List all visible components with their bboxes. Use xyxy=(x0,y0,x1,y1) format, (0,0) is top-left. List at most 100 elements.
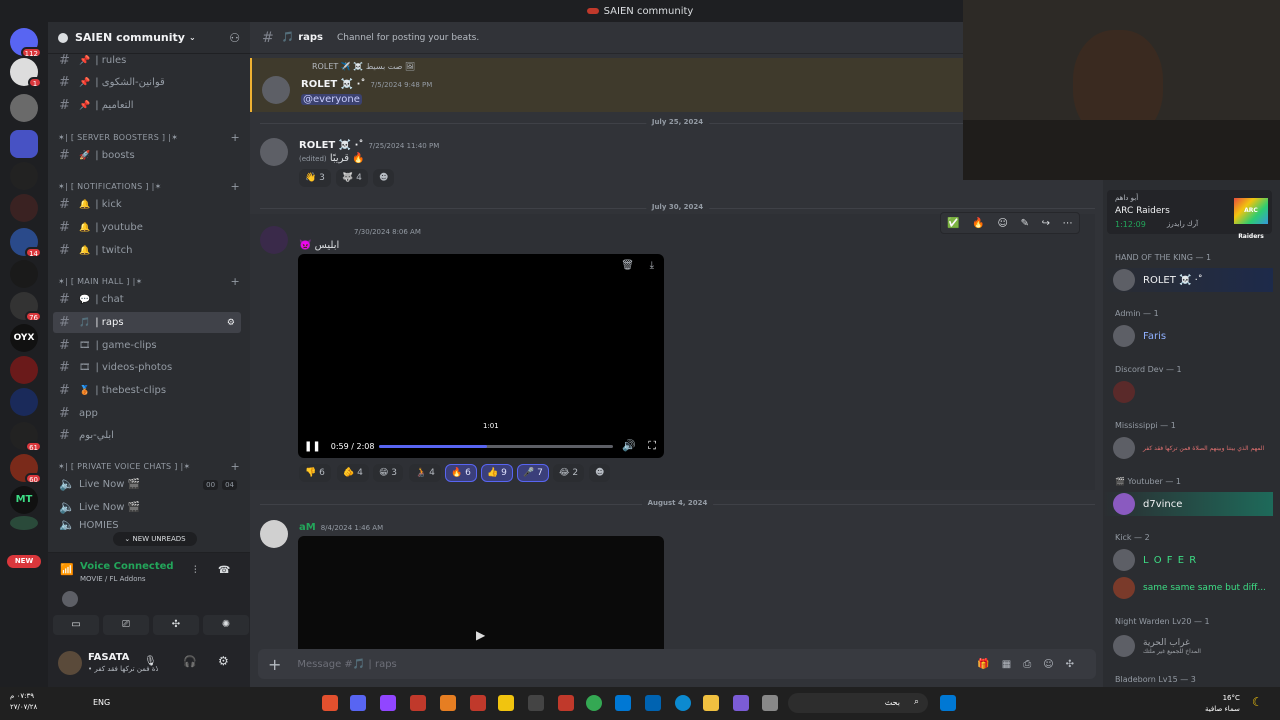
play-icon[interactable]: ▶ xyxy=(476,628,485,642)
microphone-icon[interactable]: 🎙 xyxy=(144,656,157,667)
username[interactable]: FASATA xyxy=(88,652,129,663)
channel-chat[interactable]: # 💬 | chat xyxy=(53,289,241,310)
checkmark-icon[interactable]: ✅ xyxy=(947,218,959,229)
add-reaction-button[interactable]: ☻ xyxy=(373,169,395,187)
reaction[interactable]: 👎 6 xyxy=(299,464,331,482)
channel-game-clips[interactable]: # 🎞 | game-clips xyxy=(53,335,241,356)
reaction[interactable]: 🐺 4 xyxy=(336,169,368,187)
screen-share-button[interactable]: ⎚ xyxy=(103,615,149,635)
app-icon[interactable] xyxy=(558,695,574,711)
message-author[interactable]: ROLET ☠️ ·˚ 7/5/2024 9:48 PM xyxy=(301,79,432,90)
message-author[interactable]: ROLET ☠️ ·˚ 7/25/2024 11:40 PM xyxy=(299,140,439,151)
member-item[interactable] xyxy=(1103,380,1273,404)
voice-connected-status[interactable]: Voice Connected xyxy=(80,561,174,572)
server-icon[interactable]: 14 xyxy=(10,228,42,258)
smile-icon[interactable]: ☺ xyxy=(998,218,1008,229)
channel-thebest-clips[interactable]: # 🥉 | thebest-clips xyxy=(53,380,241,401)
avatar[interactable] xyxy=(260,226,288,254)
channel-arabic[interactable]: # ابلي-بوم xyxy=(53,425,241,446)
mention-everyone[interactable]: @everyone xyxy=(301,94,362,105)
pause-icon[interactable]: ❚❚ xyxy=(304,441,321,452)
channel-kick[interactable]: # 🔔 | kick xyxy=(53,194,241,215)
channel-raps[interactable]: # 🎵 | raps ⚙ xyxy=(53,312,241,333)
member-item[interactable]: المهم الذي بيننا وبينهم الصلاة فمن تركها… xyxy=(1103,436,1273,460)
reaction[interactable]: 😂 2 xyxy=(553,464,585,482)
camera-off-button[interactable]: ▭ xyxy=(53,615,99,635)
server-icon[interactable] xyxy=(10,516,38,530)
weather-widget[interactable]: 16°C سماء صافية xyxy=(1205,693,1240,715)
add-channel-icon[interactable]: + xyxy=(230,180,240,193)
server-icon-active[interactable] xyxy=(10,130,38,158)
app-icon[interactable] xyxy=(733,695,749,711)
search-box[interactable]: بحث xyxy=(788,693,928,713)
channel-youtube[interactable]: # 🔔 | youtube xyxy=(53,217,241,238)
voice-channel-live-now[interactable]: 🔈 Live Now 🎬 xyxy=(53,497,241,518)
activities-button[interactable]: ✣ xyxy=(153,615,199,635)
discord-icon[interactable] xyxy=(350,695,366,711)
reaction[interactable]: 🧑‍🦽 4 xyxy=(409,464,441,482)
avatar[interactable] xyxy=(62,591,78,607)
language-indicator[interactable]: ENG xyxy=(93,698,110,707)
server-icon-oyx[interactable]: OYX xyxy=(10,324,38,352)
message-author[interactable]: aM 8/4/2024 1:46 AM xyxy=(299,522,383,533)
app-icon[interactable] xyxy=(498,695,514,711)
add-reaction-button[interactable]: ☻ xyxy=(589,464,611,482)
voice-channel-path[interactable]: MOVIE / FL Addons xyxy=(80,575,146,583)
add-attachment-icon[interactable]: + xyxy=(268,655,281,674)
twitch-icon[interactable] xyxy=(380,695,396,711)
noise-suppression-icon[interactable]: ⫶ xyxy=(194,565,197,576)
voice-channel-homies[interactable]: 🔈 HOMIES xyxy=(53,520,241,530)
settings-gear-icon[interactable]: ⚙ xyxy=(227,318,235,328)
add-channel-icon[interactable]: + xyxy=(230,275,240,288)
category-private-voice[interactable]: ✶| [ PRIVATE VOICE CHATS ] |✶ + xyxy=(58,459,240,473)
disconnect-icon[interactable]: ☎ xyxy=(218,565,230,576)
trash-icon[interactable]: 🗑 xyxy=(621,260,634,271)
server-icon[interactable] xyxy=(10,388,38,416)
settings-gear-icon[interactable]: ⚙ xyxy=(218,654,229,668)
member-item[interactable]: غراب الحرية المداخ للجميع غير ملتك xyxy=(1103,634,1273,658)
avatar[interactable] xyxy=(260,520,288,548)
channel-topic[interactable]: Channel for posting your beats. xyxy=(337,33,479,43)
add-channel-icon[interactable]: + xyxy=(230,460,240,473)
server-icon[interactable] xyxy=(10,260,38,288)
category-server-boosters[interactable]: ✶| [ SERVER BOOSTERS ] |✶ + xyxy=(58,130,240,144)
server-icon[interactable]: 1 xyxy=(10,58,42,88)
reaction[interactable]: 😁 3 xyxy=(373,464,403,482)
message-input[interactable]: Message #🎵 | raps xyxy=(297,659,396,670)
app-icon[interactable] xyxy=(440,695,456,711)
avatar[interactable] xyxy=(262,76,290,104)
server-icon[interactable]: 61 xyxy=(10,422,42,452)
file-explorer-icon[interactable] xyxy=(703,695,719,711)
channel-rules[interactable]: # 📌 | rules xyxy=(53,50,241,71)
download-icon[interactable]: ⤓ xyxy=(650,260,654,271)
server-icon[interactable] xyxy=(10,94,38,122)
server-icon[interactable] xyxy=(10,356,38,384)
adobe-icon[interactable] xyxy=(470,695,486,711)
app-icon[interactable] xyxy=(762,695,778,711)
server-icon-mt[interactable]: MT xyxy=(10,486,38,514)
composer-actions-icons[interactable]: 🎁▦⎙☺✣ xyxy=(977,659,1086,670)
reaction[interactable]: 👍 9 xyxy=(481,464,513,482)
member-item[interactable]: L O F E R xyxy=(1103,548,1273,572)
server-icon[interactable] xyxy=(10,162,38,190)
reply-preview[interactable]: ROLET ✈️ ☠️ صت بسيط 🖼 xyxy=(312,62,415,71)
member-item[interactable]: d7vince xyxy=(1103,492,1273,516)
add-channel-icon[interactable]: + xyxy=(230,131,240,144)
channel-complaint-rules[interactable]: # 📌 | قوانين-الشكوى xyxy=(53,72,241,93)
store-icon[interactable] xyxy=(645,695,661,711)
clock[interactable]: ٠٧:٣٩ م ٢٧/٠٧/٢٨ xyxy=(10,691,37,713)
reaction[interactable]: 🫵 4 xyxy=(337,464,369,482)
channel-boosts[interactable]: # 🚀 | boosts xyxy=(53,145,241,166)
new-unreads-pill[interactable]: NEW xyxy=(7,555,41,568)
reaction[interactable]: 👋 3 xyxy=(299,169,331,187)
member-item[interactable]: Faris xyxy=(1103,324,1273,348)
video-progress-bar[interactable] xyxy=(379,445,613,448)
avatar[interactable] xyxy=(58,651,82,675)
headphones-icon[interactable]: 🎧 xyxy=(183,655,197,668)
activity-card[interactable]: أبو داهم ARC Raiders 1:12:09 آرك رايدرز … xyxy=(1107,190,1272,240)
volume-icon[interactable]: 🔊 xyxy=(622,439,636,452)
server-icon[interactable] xyxy=(10,194,38,222)
member-item[interactable]: same same same but diff... xyxy=(1103,576,1273,600)
video-player[interactable]: 🗑 ⤓ ❚❚ 0:59 / 2:08 1:01 🔊 ⛶ xyxy=(298,254,664,458)
category-notifications[interactable]: ✶| [ NOTIFICATIONS ] |✶ + xyxy=(58,179,240,193)
